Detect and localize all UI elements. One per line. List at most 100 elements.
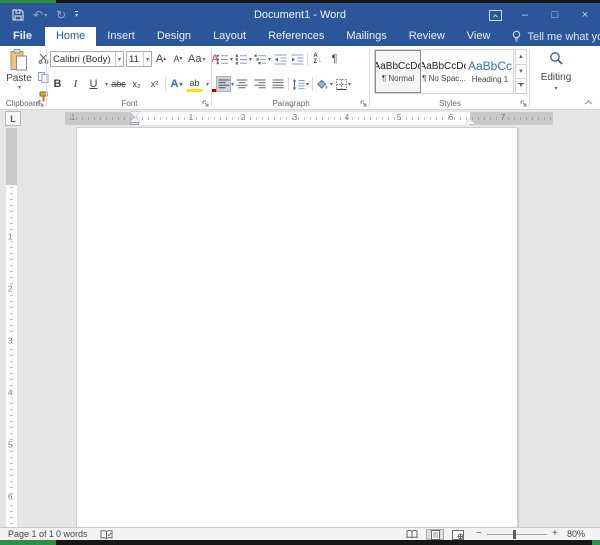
minimize-icon: – — [522, 9, 528, 21]
document-page[interactable] — [76, 127, 518, 527]
justify-button[interactable] — [270, 76, 285, 92]
tab-mailings[interactable]: Mailings — [335, 27, 397, 46]
print-layout-button[interactable] — [426, 529, 444, 540]
editing-button[interactable]: Editing ▾ — [531, 51, 581, 92]
show-hide-pilcrow-button[interactable]: ¶ — [327, 51, 342, 67]
styles-scroll-down-button[interactable]: ▼ — [515, 65, 527, 80]
style-preview: AaBbCcDc — [421, 61, 467, 72]
shading-caret-icon: ▾ — [330, 81, 333, 88]
change-case-button[interactable]: Aa▾ — [188, 51, 205, 67]
zoom-slider-thumb[interactable] — [513, 530, 516, 539]
styles-more-icon: ▼ — [518, 83, 524, 89]
styles-scroll-up-button[interactable]: ▲ — [515, 49, 527, 65]
numbering-caret-icon: ▾ — [249, 56, 252, 63]
maximize-button[interactable]: □ — [540, 3, 570, 27]
borders-button[interactable]: ▾ — [336, 76, 351, 92]
underline-button[interactable]: U — [86, 76, 101, 92]
ribbon-display-options-button[interactable] — [480, 3, 510, 27]
multilevel-list-button[interactable]: ▾ — [254, 51, 271, 67]
zoom-slider-track[interactable] — [487, 534, 547, 535]
tell-me-box[interactable]: Tell me what you want to do — [501, 27, 600, 46]
tab-stop-selector[interactable]: L — [5, 111, 21, 126]
paste-button[interactable]: Paste ▾ — [3, 49, 35, 104]
italic-button[interactable]: I — [68, 76, 83, 92]
align-center-icon — [236, 79, 248, 89]
collapse-ribbon-button[interactable] — [584, 100, 593, 105]
zoom-out-button[interactable]: − — [476, 528, 482, 540]
borders-caret-icon: ▾ — [348, 81, 351, 88]
v-ruler-number: 3 — [8, 337, 12, 346]
document-area: 1 2 3 4 5 6 — [0, 127, 600, 527]
text-effects-button[interactable]: A▾ — [169, 76, 184, 92]
styles-gallery: AaBbCcDc ¶ Normal AaBbCcDc ¶ No Spac... … — [374, 49, 514, 94]
read-mode-button[interactable] — [403, 529, 421, 540]
align-right-button[interactable] — [252, 76, 267, 92]
subscript-button[interactable]: x₂ — [129, 76, 144, 92]
sort-button[interactable]: AZ ↓ — [310, 51, 325, 67]
left-indent-box-marker[interactable] — [130, 122, 139, 125]
tab-insert[interactable]: Insert — [96, 27, 146, 46]
minimize-button[interactable]: – — [510, 3, 540, 27]
right-indent-marker[interactable] — [465, 119, 475, 124]
bold-button[interactable]: B — [50, 76, 65, 92]
font-name-value: Calibri (Body) — [53, 54, 114, 65]
underline-caret-icon[interactable]: ▾ — [105, 81, 108, 88]
superscript-button[interactable]: x² — [147, 76, 162, 92]
font-dialog-launcher[interactable] — [202, 100, 209, 107]
tab-stop-icon: L — [10, 114, 16, 124]
style-heading1[interactable]: AaBbCc Heading 1 — [467, 50, 513, 93]
highlight-caret-icon[interactable]: ▾ — [206, 81, 209, 88]
multilevel-caret-icon: ▾ — [268, 56, 271, 63]
style-no-spacing[interactable]: AaBbCcDc ¶ No Spac... — [421, 50, 467, 93]
tab-layout[interactable]: Layout — [202, 27, 257, 46]
line-spacing-caret-icon: ▾ — [306, 81, 309, 88]
status-bar: Page 1 of 1 0 words − + 80% — [0, 527, 600, 540]
tab-file[interactable]: File — [0, 27, 45, 46]
grow-font-button[interactable]: A▲ — [154, 51, 169, 67]
zoom-level[interactable]: 80% — [567, 528, 585, 540]
tab-references[interactable]: References — [257, 27, 335, 46]
highlight-color-button[interactable]: ab — [187, 76, 202, 92]
vertical-ruler[interactable]: 1 2 3 4 5 6 — [6, 128, 17, 527]
font-size-combo[interactable]: 11▾ — [126, 51, 152, 67]
word-count[interactable]: 0 words — [56, 528, 88, 540]
paragraph-group-label: Paragraph — [213, 99, 369, 108]
styles-dialog-launcher[interactable] — [520, 100, 527, 107]
small-separator — [307, 52, 308, 66]
page-indicator[interactable]: Page 1 of 1 — [8, 528, 54, 540]
font-size-value: 11 — [129, 54, 142, 65]
editing-group: Editing ▾ — [531, 46, 581, 109]
decrease-indent-button[interactable] — [273, 51, 288, 67]
paragraph-dialog-launcher[interactable] — [360, 100, 367, 107]
font-name-combo[interactable]: Calibri (Body)▾ — [50, 51, 124, 67]
find-magnifier-icon — [549, 51, 564, 66]
align-right-icon — [254, 79, 266, 89]
bullets-icon — [216, 54, 229, 65]
bullets-button[interactable]: ▾ — [216, 51, 233, 67]
close-button[interactable]: × — [570, 3, 600, 27]
clipboard-dialog-launcher[interactable] — [37, 100, 44, 107]
tab-view[interactable]: View — [456, 27, 502, 46]
tab-design[interactable]: Design — [146, 27, 202, 46]
strikethrough-button[interactable]: abc — [111, 76, 126, 92]
group-separator — [211, 49, 212, 106]
align-left-button[interactable] — [216, 76, 231, 92]
styles-more-button[interactable]: ▼ — [515, 79, 527, 94]
ruler-number: 6 — [449, 113, 453, 122]
increase-indent-button[interactable] — [290, 51, 305, 67]
web-layout-button[interactable] — [449, 529, 467, 540]
align-center-button[interactable] — [234, 76, 249, 92]
styles-group: AaBbCcDc ¶ Normal AaBbCcDc ¶ No Spac... … — [371, 46, 529, 109]
text-effects-caret-icon: ▾ — [179, 81, 182, 88]
shrink-font-button[interactable]: A▼ — [171, 51, 186, 67]
dialog-launcher-icon — [37, 100, 44, 107]
tab-home[interactable]: Home — [45, 27, 96, 46]
shading-button[interactable]: ▾ — [316, 76, 333, 92]
horizontal-ruler[interactable]: 1 1 2 3 4 5 6 7 — [65, 112, 553, 125]
line-spacing-button[interactable]: ▾ — [292, 76, 309, 92]
numbering-button[interactable]: ▾ — [235, 51, 252, 67]
hanging-indent-marker[interactable] — [130, 117, 140, 122]
style-normal[interactable]: AaBbCcDc ¶ Normal — [375, 50, 421, 93]
tab-review[interactable]: Review — [398, 27, 456, 46]
zoom-in-button[interactable]: + — [552, 528, 558, 540]
